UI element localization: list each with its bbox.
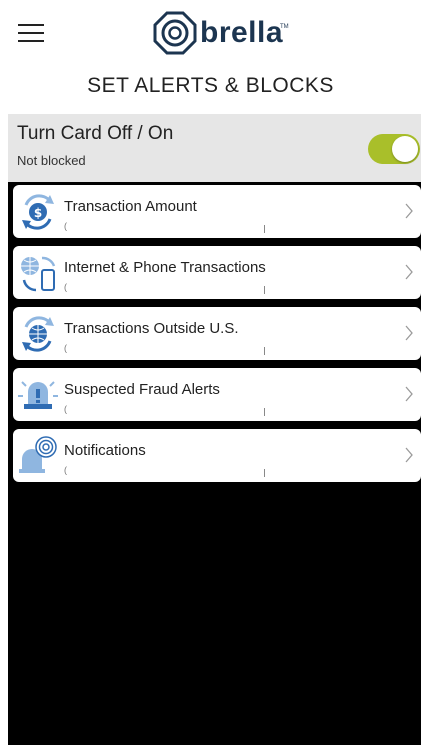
list-item-transaction-amount[interactable]: $ Transaction Amount ( [13, 185, 421, 238]
item-label: Suspected Fraud Alerts [64, 381, 220, 398]
hamburger-menu-icon[interactable] [18, 24, 44, 44]
item-sub-text: ( [64, 221, 67, 231]
item-divider [264, 469, 265, 477]
item-divider [264, 408, 265, 416]
chevron-right-icon[interactable] [403, 201, 415, 221]
app-header: brella TM [0, 0, 421, 70]
chevron-right-icon[interactable] [403, 384, 415, 404]
globe-phone-icon [21, 256, 56, 292]
logo-text: brella [200, 16, 284, 49]
brella-logo-icon [153, 11, 197, 55]
item-divider [264, 347, 265, 355]
bell-icon [19, 436, 57, 473]
chevron-right-icon[interactable] [403, 262, 415, 282]
item-sub-text: ( [64, 465, 67, 475]
dollar-refresh-icon: $ [22, 194, 54, 230]
card-block-status: Not blocked [17, 153, 86, 168]
page-title: SET ALERTS & BLOCKS [87, 74, 334, 97]
chevron-right-icon[interactable] [403, 445, 415, 465]
card-toggle-title: Turn Card Off / On [17, 123, 174, 144]
svg-text:$: $ [34, 206, 42, 220]
item-label: Transactions Outside U.S. [64, 320, 239, 337]
item-sub-text: ( [64, 404, 67, 414]
item-divider [264, 225, 265, 233]
item-label: Transaction Amount [64, 198, 197, 215]
item-label: Notifications [64, 442, 146, 459]
list-item-outside-us[interactable]: Transactions Outside U.S. ( [13, 307, 421, 360]
chevron-right-icon[interactable] [403, 323, 415, 343]
list-item-notifications[interactable]: Notifications ( [13, 429, 421, 482]
globe-refresh-icon [22, 316, 54, 352]
card-toggle-panel: Turn Card Off / On Not blocked [8, 114, 421, 182]
item-sub-text: ( [64, 343, 67, 353]
siren-alert-icon [18, 381, 58, 409]
toggle-knob[interactable] [392, 136, 418, 162]
brella-logo: brella TM [152, 10, 292, 60]
item-label: Internet & Phone Transactions [64, 259, 266, 276]
item-divider [264, 286, 265, 294]
list-item-internet-phone[interactable]: Internet & Phone Transactions ( [13, 246, 421, 299]
item-sub-text: ( [64, 282, 67, 292]
list-item-fraud-alerts[interactable]: Suspected Fraud Alerts ( [13, 368, 421, 421]
card-on-off-toggle[interactable] [368, 134, 420, 164]
logo-trademark: TM [280, 24, 289, 30]
